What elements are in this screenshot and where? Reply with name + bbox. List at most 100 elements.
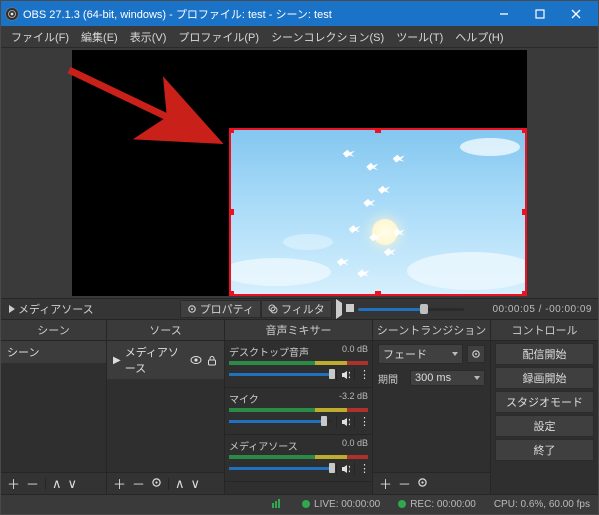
status-network-icon: [272, 498, 284, 511]
remove-scene-button[interactable]: －: [26, 474, 39, 493]
volume-slider[interactable]: [229, 467, 332, 470]
titlebar[interactable]: OBS 27.1.3 (64-bit, windows) - プロファイル: t…: [1, 1, 598, 26]
lock-toggle[interactable]: [206, 353, 218, 367]
source-up-button[interactable]: ∧: [175, 476, 185, 492]
studio-mode-button[interactable]: スタジオモード: [495, 391, 594, 413]
transition-select[interactable]: フェード: [378, 344, 463, 364]
selected-source-label: メディアソース: [3, 300, 100, 318]
scene-up-button[interactable]: ∧: [52, 476, 62, 492]
docks-row: シーン シーン ＋ － ∧ ∨ ソース ▶ メディアソース: [1, 320, 598, 494]
resize-handle-nw[interactable]: [229, 128, 234, 133]
menu-tools[interactable]: ツール(T): [390, 29, 449, 45]
menu-scene-collection[interactable]: シーンコレクション(S): [265, 29, 390, 45]
mixer-list: デスクトップ音声0.0 dB⋮マイク-3.2 dB⋮メディアソース0.0 dB⋮: [225, 341, 372, 494]
add-scene-button[interactable]: ＋: [7, 474, 20, 493]
volume-slider[interactable]: [229, 373, 332, 376]
source-props-button[interactable]: [151, 476, 162, 491]
transitions-header: シーントランジション: [373, 320, 490, 341]
mixer-options-button[interactable]: ⋮: [354, 462, 368, 475]
media-seek-slider[interactable]: [358, 303, 464, 315]
sources-list[interactable]: ▶ メディアソース: [107, 341, 224, 472]
source-item[interactable]: ▶ メディアソース: [107, 341, 224, 379]
resize-handle-ne[interactable]: [522, 128, 527, 133]
mixer-header: 音声ミキサー: [225, 320, 372, 341]
add-source-button[interactable]: ＋: [113, 474, 126, 493]
mixer-item: デスクトップ音声0.0 dB⋮: [225, 341, 372, 388]
filter-icon: [268, 304, 278, 314]
duration-label: 期間: [378, 371, 406, 386]
filters-button[interactable]: フィルタ: [261, 300, 332, 318]
properties-button[interactable]: プロパティ: [180, 300, 261, 318]
mute-button[interactable]: [336, 416, 350, 428]
scenes-dock: シーン シーン ＋ － ∧ ∨: [1, 320, 107, 494]
media-stop-button[interactable]: [346, 303, 354, 315]
mute-button[interactable]: [336, 369, 350, 381]
obs-logo-icon: [5, 7, 19, 21]
visibility-toggle[interactable]: [190, 353, 202, 367]
preview-area[interactable]: [1, 48, 598, 298]
mixer-options-button[interactable]: ⋮: [354, 368, 368, 381]
mixer-db: -3.2 dB: [339, 391, 368, 401]
source-bounding-box[interactable]: [229, 128, 527, 296]
media-play-button[interactable]: [336, 303, 342, 315]
resize-handle-n[interactable]: [375, 128, 381, 133]
transition-gear-button[interactable]: [417, 476, 428, 491]
window-title: OBS 27.1.3 (64-bit, windows) - プロファイル: t…: [19, 6, 486, 22]
mixer-meter: [229, 408, 368, 412]
transition-props-button[interactable]: [467, 345, 485, 363]
source-down-button[interactable]: ∨: [191, 476, 201, 492]
speaker-icon: [341, 370, 350, 380]
add-transition-button[interactable]: ＋: [379, 474, 392, 493]
settings-button[interactable]: 設定: [495, 415, 594, 437]
lock-icon: [207, 355, 217, 366]
resize-handle-sw[interactable]: [229, 291, 234, 296]
speaker-icon: [341, 417, 350, 427]
mixer-dock: 音声ミキサー デスクトップ音声0.0 dB⋮マイク-3.2 dB⋮メディアソース…: [225, 320, 373, 494]
mixer-options-button[interactable]: ⋮: [354, 415, 368, 428]
minimize-button[interactable]: [486, 1, 522, 26]
sources-header: ソース: [107, 320, 224, 341]
scene-item[interactable]: シーン: [1, 341, 106, 363]
gear-icon: [187, 304, 197, 314]
duration-input[interactable]: 300 ms: [410, 370, 485, 386]
mixer-item: メディアソース0.0 dB⋮: [225, 435, 372, 482]
sources-dock: ソース ▶ メディアソース ＋ － ∧ ∨: [107, 320, 225, 494]
volume-slider[interactable]: [229, 420, 332, 423]
exit-button[interactable]: 終了: [495, 439, 594, 461]
close-button[interactable]: [558, 1, 594, 26]
scene-down-button[interactable]: ∨: [68, 476, 78, 492]
obs-window: OBS 27.1.3 (64-bit, windows) - プロファイル: t…: [0, 0, 599, 515]
mixer-name: メディアソース: [229, 442, 298, 453]
scenes-header: シーン: [1, 320, 106, 341]
menubar: ファイル(F) 編集(E) 表示(V) プロファイル(P) シーンコレクション(…: [1, 26, 598, 48]
preview-canvas[interactable]: [72, 50, 527, 296]
status-rec: REC: 00:00:00: [398, 499, 476, 510]
eye-icon: [190, 355, 202, 365]
menu-profile[interactable]: プロファイル(P): [172, 29, 265, 45]
resize-handle-se[interactable]: [522, 291, 527, 296]
menu-edit[interactable]: 編集(E): [75, 29, 124, 45]
menu-view[interactable]: 表示(V): [124, 29, 173, 45]
mixer-name: マイク: [229, 395, 259, 406]
resize-handle-w[interactable]: [229, 209, 234, 215]
scenes-list[interactable]: シーン: [1, 341, 106, 472]
resize-handle-s[interactable]: [375, 291, 381, 296]
status-cpu: CPU: 0.6%, 60.00 fps: [494, 499, 590, 510]
remove-source-button[interactable]: －: [132, 474, 145, 493]
speaker-icon: [341, 464, 350, 474]
start-record-button[interactable]: 録画開始: [495, 367, 594, 389]
menu-file[interactable]: ファイル(F): [5, 29, 75, 45]
mixer-name: デスクトップ音声: [229, 348, 309, 359]
start-stream-button[interactable]: 配信開始: [495, 343, 594, 365]
status-live: LIVE: 00:00:00: [302, 499, 380, 510]
mixer-item: マイク -3.2 dB ⋮: [225, 388, 372, 435]
media-time-display: 00:00:05 / -00:00:09: [468, 304, 598, 315]
menu-help[interactable]: ヘルプ(H): [449, 29, 509, 45]
controls-dock: コントロール 配信開始 録画開始 スタジオモード 設定 終了: [491, 320, 598, 494]
resize-handle-e[interactable]: [522, 209, 527, 215]
maximize-button[interactable]: [522, 1, 558, 26]
mixer-meter: [229, 455, 368, 459]
remove-transition-button[interactable]: －: [398, 474, 411, 493]
mixer-meter: [229, 361, 368, 365]
mute-button[interactable]: [336, 463, 350, 475]
